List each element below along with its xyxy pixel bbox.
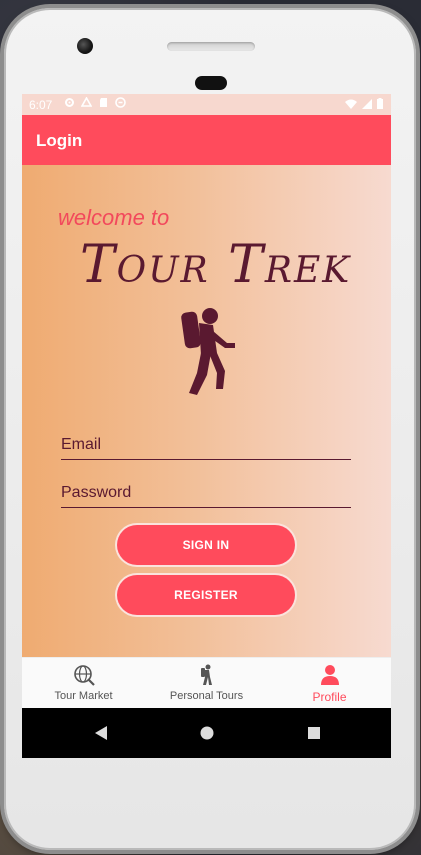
front-camera — [77, 38, 93, 54]
register-button[interactable]: REGISTER — [117, 575, 295, 615]
hiker-icon — [200, 664, 212, 685]
sign-in-button[interactable]: SIGN IN — [117, 525, 295, 565]
app-logo-text: Tour Trek — [80, 235, 352, 295]
password-field[interactable] — [61, 481, 351, 508]
nav-item-personal-tours[interactable]: Personal Tours — [145, 658, 268, 709]
device-screen: 6:07 Login welcome to Tour Trek Email SI… — [22, 94, 391, 758]
email-input[interactable] — [61, 433, 351, 457]
page-title: Login — [36, 131, 83, 150]
earpiece-speaker — [167, 42, 255, 51]
welcome-text: welcome to — [58, 205, 170, 230]
nav-label-profile: Profile — [312, 690, 347, 704]
person-icon — [320, 665, 339, 685]
system-status-icons — [345, 98, 383, 112]
wifi-icon — [345, 98, 357, 112]
settings-icon — [64, 97, 75, 108]
globe-search-icon — [73, 665, 95, 686]
app-bar: Login — [22, 115, 391, 165]
system-navigation-bar — [22, 708, 391, 758]
drive-icon — [80, 96, 93, 108]
notification-icons — [64, 96, 126, 108]
back-icon[interactable] — [94, 725, 108, 741]
nav-item-tour-market[interactable]: Tour Market — [22, 658, 145, 709]
bottom-navigation: Tour Market Personal Tours Profile — [22, 657, 391, 709]
nav-label-personal-tours: Personal Tours — [169, 690, 244, 702]
proximity-sensor — [195, 76, 227, 90]
login-content: welcome to Tour Trek SIGN IN REGISTER — [22, 165, 391, 657]
password-input[interactable] — [61, 481, 351, 505]
nav-label-tour-market: Tour Market — [54, 690, 113, 702]
battery-icon — [377, 98, 383, 112]
status-time: 6:07 — [29, 98, 53, 112]
recents-icon[interactable] — [307, 725, 321, 741]
sd-card-icon — [98, 97, 109, 108]
sync-icon — [115, 97, 126, 108]
home-icon[interactable] — [200, 725, 214, 741]
status-bar: 6:07 — [22, 94, 391, 115]
signal-icon — [362, 98, 372, 112]
email-field[interactable] — [61, 433, 351, 460]
nav-item-profile[interactable]: Profile — [268, 658, 391, 709]
hiker-logo-icon — [181, 308, 235, 395]
